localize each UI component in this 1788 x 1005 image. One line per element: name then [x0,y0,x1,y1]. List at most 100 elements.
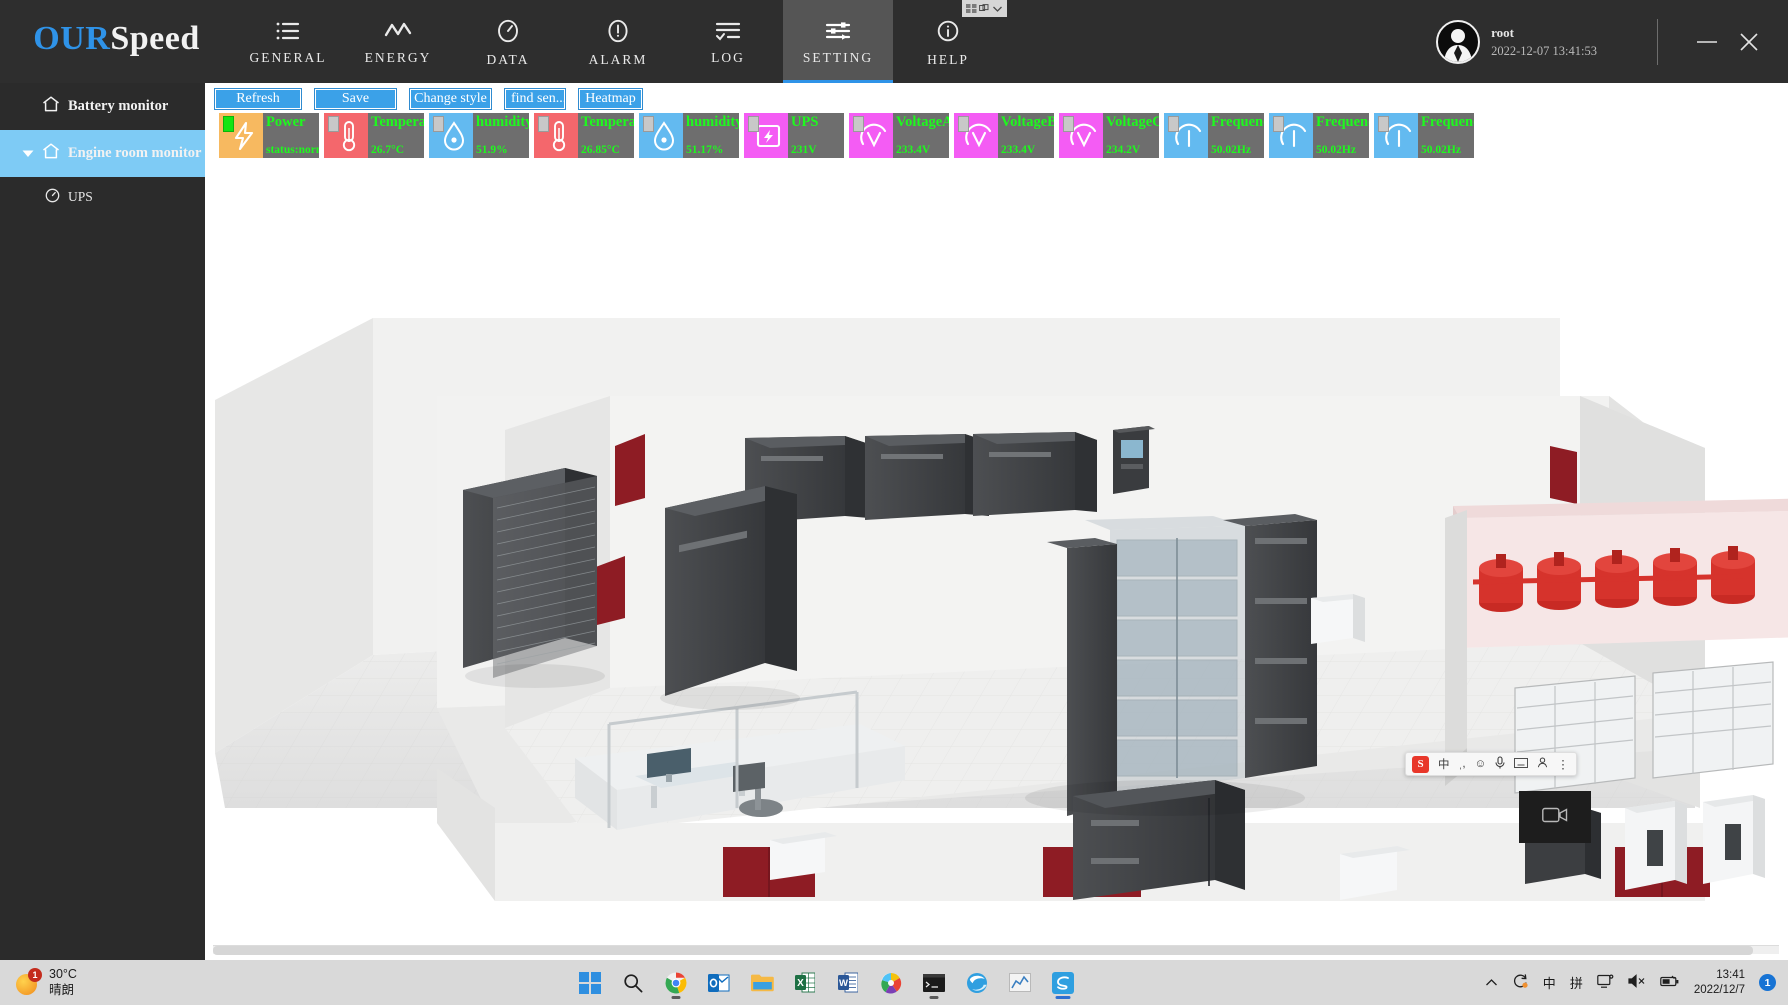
sensor-value: status:normal [266,144,319,156]
activity-icon [384,21,412,41]
chevron-down-icon[interactable] [22,149,34,158]
nav-label-log: LOG [711,50,745,66]
search-icon[interactable] [618,966,648,1000]
sensor-card[interactable]: Powerstatus:normal [219,113,319,158]
floating-video-panel[interactable] [1519,791,1591,843]
display-icon[interactable] [1597,974,1614,992]
ime-lang-indicator[interactable]: 中 [1543,973,1556,992]
chart-app-icon[interactable] [1005,966,1035,1000]
sensor-text-box: VoltageA233.4V [893,113,949,158]
sogou-logo-icon[interactable]: S [1412,756,1429,773]
avatar[interactable] [1436,20,1480,64]
ime-more-icon[interactable]: ⋮ [1557,757,1569,771]
sidebar: Battery monitor Engine room monitor UPS [0,83,205,960]
start-icon[interactable] [575,966,605,1000]
sensor-value: 26.7°C [371,144,404,156]
nav-item-energy[interactable]: ENERGY [343,0,453,83]
ime-toolbar[interactable]: S 中 ˌ, ☺ ⋮ [1405,752,1577,776]
sensor-name: VoltageC [1106,114,1159,131]
sync-icon[interactable] [1512,973,1529,992]
sensor-card[interactable]: VoltageB233.4V [954,113,1054,158]
sidebar-item-battery-monitor[interactable]: Battery monitor [0,83,205,130]
sensor-card[interactable]: humidity151.9% [429,113,529,158]
window-chrome-widget[interactable] [962,0,1007,17]
ime-lang-toggle[interactable]: 中 [1438,756,1450,772]
sensor-name: Temperat [371,114,424,131]
word-icon[interactable]: W [833,966,863,1000]
sensor-text-box: Temperat 26.7°C [368,113,424,158]
top-bar: OURSpeed GENERAL EN [0,0,1788,83]
application-window: OURSpeed GENERAL EN [0,0,1788,1005]
excel-icon[interactable]: X [790,966,820,1000]
find-sensor-button[interactable]: find sen... [504,88,566,110]
ime-emoji-icon[interactable]: ☺ [1475,758,1487,770]
nav-item-log[interactable]: LOG [673,0,783,83]
sensor-card[interactable]: Frequenc 50.02Hz [1374,113,1474,158]
sensor-card[interactable]: humidity251.17% [639,113,739,158]
nav-item-setting[interactable]: SETTING [783,0,893,83]
sensor-card[interactable]: Temperat26.85°C [534,113,634,158]
scrollbar-thumb[interactable] [213,946,1753,955]
change-style-button[interactable]: Change style [409,88,492,110]
sensor-card[interactable]: Temperat 26.7°C [324,113,424,158]
outlook-icon[interactable] [704,966,734,1000]
sensor-name: Temperat [581,114,634,131]
chrome-icon[interactable] [661,966,691,1000]
sidebar-item-ups[interactable]: UPS [0,177,205,217]
chevron-up-icon[interactable] [1485,975,1498,990]
edge-icon[interactable] [962,966,992,1000]
ime-punctuation-toggle[interactable]: ˌ, [1459,758,1466,770]
taskbar-clock[interactable]: 13:41 2022/12/7 [1694,968,1745,997]
battery-icon[interactable] [1660,975,1680,991]
sensor-value: 50.02Hz [1421,144,1461,156]
app-logo[interactable]: OURSpeed [0,0,233,83]
sensor-icon-box [1269,113,1313,158]
sensor-status-led [853,116,864,132]
sensor-value: 50.02Hz [1211,144,1251,156]
sensor-text-box: humidity151.9% [473,113,529,158]
ime-microphone-icon[interactable] [1495,756,1505,772]
nav-item-alarm[interactable]: ALARM [563,0,673,83]
weather-description: 晴朗 [49,983,77,998]
ime-user-icon[interactable] [1537,757,1548,771]
ourspeed-app-icon[interactable] [1048,966,1078,1000]
sensor-icon-box [1059,113,1103,158]
refresh-button[interactable]: Refresh [214,88,302,110]
weather-temperature: 30°C [49,967,77,982]
sensor-card[interactable]: Frequenc50.02Hz [1164,113,1264,158]
sensor-card[interactable]: Frequenc50.02Hz [1269,113,1369,158]
minimize-button[interactable] [1686,22,1728,62]
volume-mute-icon[interactable] [1628,974,1646,991]
sensor-card[interactable]: UPS231V [744,113,844,158]
chevron-down-icon [992,0,1003,18]
gauge-icon [45,188,60,207]
terminal-icon[interactable] [919,966,949,1000]
sidebar-label-battery-monitor: Battery monitor [68,98,168,115]
sliders-icon [825,21,851,41]
file-explorer-icon[interactable] [747,966,777,1000]
notification-badge[interactable]: 1 [1759,974,1776,991]
nav-item-data[interactable]: DATA [453,0,563,83]
horizontal-scrollbar[interactable] [213,945,1779,954]
sensor-status-led [538,116,549,132]
close-button[interactable] [1728,22,1770,62]
sensor-card[interactable]: VoltageC234.2V [1059,113,1159,158]
sensor-value: 231V [791,144,817,156]
heatmap-button[interactable]: Heatmap [578,88,643,110]
info-circle-icon [936,19,960,43]
sensor-card[interactable]: VoltageA233.4V [849,113,949,158]
sensor-icon-box [639,113,683,158]
sensor-icon-box [324,113,368,158]
sensor-text-box: Frequenc50.02Hz [1313,113,1369,158]
sidebar-item-engine-room-monitor[interactable]: Engine room monitor [0,130,205,177]
ime-keyboard-icon[interactable] [1514,758,1528,771]
save-button[interactable]: Save [314,88,397,110]
sensor-name: Frequenc [1421,114,1474,131]
ime-mode-indicator[interactable]: 拼 [1570,973,1583,992]
sensor-name: VoltageB [1001,114,1054,131]
photos-icon[interactable] [876,966,906,1000]
weather-widget[interactable]: 1 30°C 晴朗 [0,967,300,998]
sensor-icon-box [429,113,473,158]
nav-item-general[interactable]: GENERAL [233,0,343,83]
sensor-status-led [1063,116,1074,132]
